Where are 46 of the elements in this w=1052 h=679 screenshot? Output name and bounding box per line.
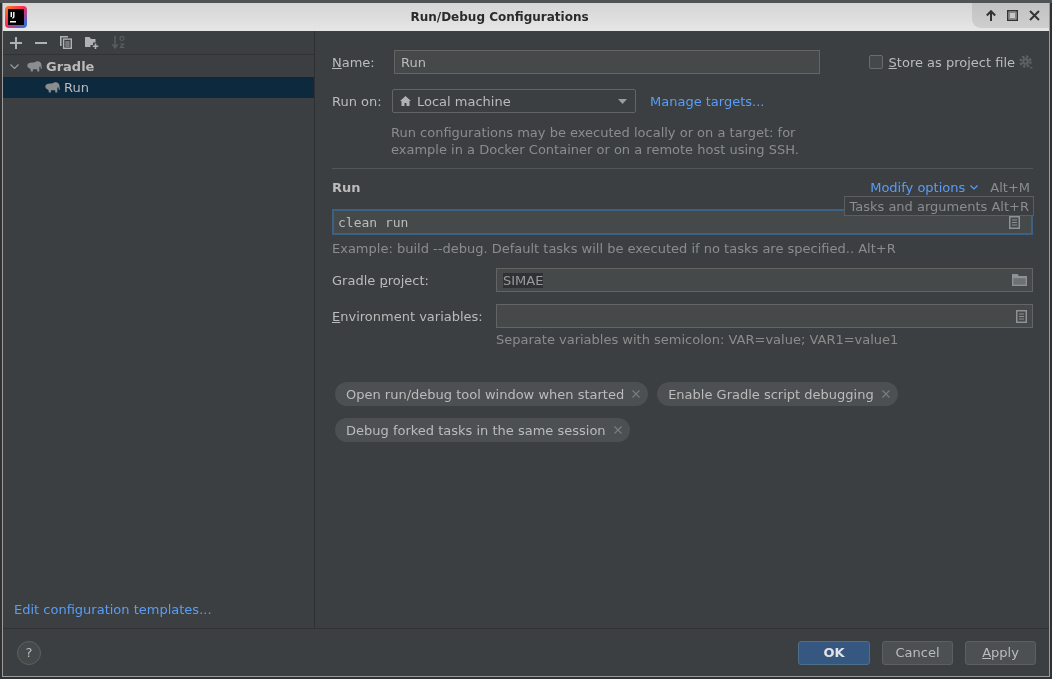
chevron-down-icon — [970, 185, 979, 190]
field-label: Gradle project: — [332, 272, 429, 288]
name-field[interactable]: Run — [394, 50, 820, 74]
up-arrow-icon[interactable] — [986, 10, 996, 21]
help-button[interactable]: ? — [17, 640, 41, 665]
window-title: Run/Debug Configurations — [409, 10, 590, 24]
home-icon — [400, 96, 411, 106]
add-icon[interactable] — [10, 36, 22, 49]
description-text: Run configurations may be executed locally or on a target: for example in a Docker Container or on a remote host using SSH. — [391, 124, 800, 158]
edit-templates-link[interactable]: Edit configuration templates... — [14, 601, 212, 618]
close-icon[interactable] — [1029, 10, 1040, 21]
dialog-button[interactable]: Cancel — [882, 640, 953, 665]
checkbox-label: Store as project file — [888, 54, 1015, 70]
dialog-button[interactable]: Apply — [965, 640, 1036, 665]
dialog-button[interactable]: OK — [798, 640, 870, 665]
gear-icon[interactable] — [1019, 55, 1033, 69]
tree-item[interactable]: Gradle — [3, 56, 314, 77]
folder-icon[interactable] — [1012, 274, 1027, 286]
modify-options-link[interactable]: Modify options — [870, 180, 979, 195]
copy-icon[interactable] — [60, 36, 72, 49]
field-label: Name: — [332, 54, 375, 70]
elephant-icon — [27, 61, 42, 72]
document-icon[interactable] — [1016, 309, 1027, 323]
field-label: Environment variables: — [332, 308, 483, 324]
environment-variables-field[interactable] — [496, 304, 1033, 328]
section-title: Run — [332, 180, 361, 195]
gradle-project-field[interactable]: SIMAE — [496, 268, 1033, 292]
shortcut-hint: Alt+M — [990, 180, 1030, 195]
elephant-icon — [45, 82, 60, 93]
chevron-down-icon[interactable] — [10, 64, 19, 69]
folder-plus-icon[interactable] — [85, 36, 99, 49]
checkbox[interactable] — [868, 55, 883, 69]
tooltip: Tasks and arguments Alt+R — [844, 196, 1034, 216]
maximize-icon[interactable] — [1007, 10, 1018, 21]
tag-label: Enable Gradle script debugging — [668, 386, 874, 402]
hint-text: Example: build --debug. Default tasks will be executed if no tasks are specified.. Alt+R — [332, 240, 896, 257]
document-icon[interactable] — [1009, 215, 1020, 229]
minus-icon[interactable] — [35, 41, 47, 44]
tag-label: Open run/debug tool window when started — [346, 386, 625, 402]
tree-item[interactable]: Run — [3, 77, 314, 98]
dropdown[interactable]: Local machine — [392, 89, 636, 113]
tag-label: Debug forked tasks in the same session — [346, 422, 606, 438]
field-label: Run on: — [332, 93, 382, 109]
caret-icon — [618, 98, 627, 104]
hint-text: Separate variables with semicolon: VAR=value; VAR1=value1 — [496, 331, 899, 348]
manage-targets-link[interactable]: Manage targets... — [650, 93, 765, 109]
